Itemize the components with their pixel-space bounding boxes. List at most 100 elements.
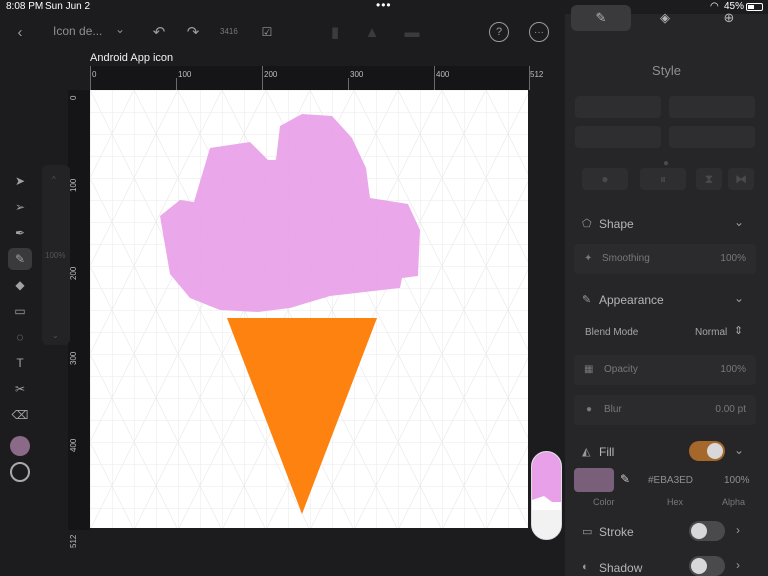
fill-section-title[interactable]: Fill [599,445,614,459]
brush-icon[interactable]: ✎ [8,248,32,270]
fill-toggle[interactable] [689,441,725,461]
alpha-caption: Alpha [722,497,746,507]
multitask-dots-icon[interactable]: ••• [376,0,392,12]
x-field[interactable] [575,96,661,118]
more-options-icon[interactable]: ··· [529,22,549,42]
ruler-tick-left: 100 [69,178,78,192]
pause-icon: ⏸ [659,171,666,186]
stroke-section-title[interactable]: Stroke [599,525,634,539]
shape-section-title[interactable]: Shape [599,217,634,231]
up-down-chevron-icon[interactable]: ⇕ [734,324,743,337]
pause-button[interactable]: ⏸ [640,168,686,190]
zoom-level: 100% [45,251,66,260]
opacity-icon: ▦ [584,364,594,375]
zoom-up-chevron-icon[interactable]: ^ [52,175,56,184]
align-icon[interactable]: ▮ [328,24,342,41]
plus-circle-icon: ⊕ [723,10,735,25]
canvas-drawing [90,90,528,528]
eraser-shape-icon[interactable]: ◆ [8,274,32,296]
stroke-color-swatch[interactable] [10,462,30,482]
text-icon[interactable]: T [8,352,32,374]
left-ruler [68,90,90,530]
arrange-icon[interactable]: ▬ [405,24,420,41]
fill-color-swatch[interactable] [10,436,30,456]
artboard-name[interactable]: Android App icon [90,52,173,64]
chevron-down-icon[interactable]: ⌄ [734,215,744,229]
fill-hex-value[interactable]: #EBA3ED [648,475,693,486]
style-tab[interactable]: ✎ [571,5,631,31]
droplet-icon: ● [586,404,593,415]
ruler-tick-top: 300 [350,70,364,79]
chevron-right-icon[interactable]: › [736,558,740,572]
ruler-tick-top: 100 [178,70,192,79]
opacity-value[interactable]: 100% [720,364,746,375]
height-field[interactable] [669,126,755,148]
toggle-knob [691,523,707,539]
hourglass-icon: ⧗ [704,171,714,186]
chevron-right-icon[interactable]: › [736,523,740,537]
opacity-row[interactable]: ▦ Opacity 100% [574,355,756,385]
width-field[interactable] [575,126,661,148]
blend-mode-value[interactable]: Normal [695,327,727,338]
flip-horizontal-button[interactable]: ⧓ [728,168,754,190]
zoom-slider[interactable]: ^ 100% ⌄ [42,165,70,345]
direct-select-icon[interactable]: ➢ [8,196,32,218]
color-caption: Color [593,497,615,507]
y-field[interactable] [669,96,755,118]
zoom-down-chevron-icon[interactable]: ⌄ [52,331,59,340]
appearance-icon: ✎ [582,294,592,306]
pen-icon[interactable]: ✒ [8,222,32,244]
preview-image [532,452,561,539]
hex-caption: Hex [667,497,684,507]
stroke-toggle[interactable] [689,521,725,541]
blur-row[interactable]: ● Blur 0.00 pt [574,395,756,425]
opacity-label: Opacity [604,364,638,375]
smoothing-row[interactable]: ✦ Smoothing 100% [574,244,756,274]
toggle-knob [707,443,723,459]
shadow-section-title[interactable]: Shadow [599,561,642,575]
add-tab[interactable]: ⊕ [699,5,759,31]
status-date: Sun Jun 2 [45,1,91,12]
help-icon[interactable]: ? [489,22,509,42]
pointer-icon[interactable]: ➤ [8,170,32,192]
smoothing-value[interactable]: 100% [720,253,746,264]
fill-alpha-value[interactable]: 100% [724,475,750,486]
layers-tab[interactable]: ◈ [635,5,695,31]
top-ruler [90,66,530,90]
ruler-tick-left: 300 [69,351,78,365]
scissors-icon[interactable]: ✂ [8,378,32,400]
distribute-icon[interactable]: ▲ [365,24,380,41]
eyedropper-icon[interactable]: ✎ [620,472,630,486]
document-title[interactable]: Icon de... [53,24,102,38]
chevron-down-icon[interactable]: ⌄ [734,443,744,457]
fill-color-well[interactable] [574,468,614,492]
flip-button[interactable]: ● [582,168,628,190]
undo-icon[interactable]: ↶ [150,22,168,42]
checkbox-icon[interactable]: ☑ [258,22,276,42]
redo-icon[interactable]: ↷ [184,22,202,42]
chevron-down-icon[interactable]: ⌄ [115,22,125,36]
lasso-icon[interactable]: ◌ [8,326,32,348]
preview-thumbnail[interactable] [531,451,562,540]
ruler-tick-top: 512 [530,70,544,79]
shadow-toggle[interactable] [689,556,725,576]
rectangle-icon[interactable]: ▭ [8,300,32,322]
ruler-tick-top: 400 [436,70,450,79]
eraser-icon[interactable]: ⌫ [8,404,32,426]
back-chevron-icon[interactable]: ‹ [10,22,30,42]
artboard-canvas[interactable] [90,90,528,528]
shape-icon: ⬠ [582,218,592,230]
toolbar-value-hint: 3416 [220,27,238,36]
panel-heading: Style [652,63,681,78]
chevron-down-icon[interactable]: ⌄ [734,291,744,305]
blur-value[interactable]: 0.00 pt [715,404,746,415]
ruler-tick-left: 400 [69,438,78,452]
paint-bucket-icon: ◭ [582,446,591,458]
shadow-icon: ◐ [582,561,589,573]
ruler-tick-left: 0 [69,95,78,100]
flip-vertical-button[interactable]: ⧗ [696,168,722,190]
stroke-icon: ▭ [582,526,593,538]
ruler-tick-left: 200 [69,266,78,280]
ruler-tick-top: 200 [264,70,278,79]
appearance-section-title[interactable]: Appearance [599,293,664,307]
